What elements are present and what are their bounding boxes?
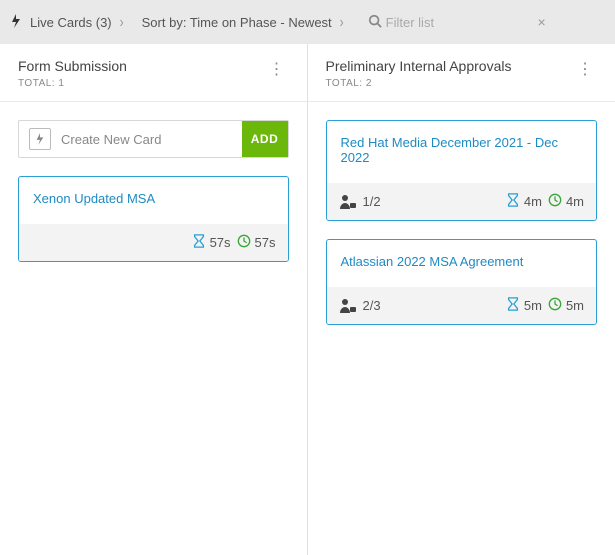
assignee-icon: [339, 298, 357, 314]
live-cards-dropdown[interactable]: Live Cards (3) ›: [10, 14, 124, 31]
chevron-right-icon: ›: [340, 13, 344, 31]
kanban-board: Form Submission TOTAL: 1 ⋮ Create New Ca…: [0, 44, 615, 555]
toolbar: Live Cards (3) › Sort by: Time on Phase …: [0, 0, 615, 44]
bolt-icon: [10, 14, 22, 31]
card-title: Red Hat Media December 2021 - Dec 2022: [327, 121, 597, 183]
total-time: 5m: [548, 297, 584, 314]
total-time: 57s: [237, 234, 276, 251]
card-footer: 1/2 4m 4m: [327, 183, 597, 220]
column-title: Form Submission: [18, 58, 127, 74]
phase-time-value: 4m: [524, 194, 542, 209]
filter-input[interactable]: [382, 11, 522, 34]
column-preliminary-approvals: Preliminary Internal Approvals TOTAL: 2 …: [308, 44, 615, 555]
assignee-ratio: 1/2: [363, 194, 381, 209]
column-menu-button[interactable]: ⋮: [573, 58, 597, 82]
phase-time-value: 57s: [210, 235, 231, 250]
sort-dropdown[interactable]: Sort by: Time on Phase - Newest ›: [142, 15, 344, 30]
filter-field[interactable]: ×: [362, 9, 552, 36]
total-time-value: 4m: [566, 194, 584, 209]
column-header: Preliminary Internal Approvals TOTAL: 2 …: [308, 44, 615, 101]
card[interactable]: Xenon Updated MSA 57s: [18, 176, 289, 262]
card-title: Xenon Updated MSA: [19, 177, 288, 224]
assignee-ratio: 2/3: [363, 298, 381, 313]
phase-time-value: 5m: [524, 298, 542, 313]
chevron-right-icon: ›: [120, 13, 124, 31]
card-title: Atlassian 2022 MSA Agreement: [327, 240, 597, 287]
column-menu-button[interactable]: ⋮: [265, 58, 289, 82]
hourglass-icon: [192, 234, 206, 251]
hourglass-icon: [506, 297, 520, 314]
sort-label: Sort by: Time on Phase - Newest: [142, 15, 332, 30]
create-card-label: Create New Card: [61, 132, 242, 147]
total-time-value: 57s: [255, 235, 276, 250]
column-form-submission: Form Submission TOTAL: 1 ⋮ Create New Ca…: [0, 44, 308, 555]
column-total: TOTAL: 2: [326, 78, 512, 89]
card-footer: 57s 57s: [19, 224, 288, 261]
create-card-button[interactable]: Create New Card ADD: [18, 120, 289, 158]
column-total: TOTAL: 1: [18, 78, 127, 89]
live-cards-label: Live Cards (3): [30, 15, 112, 30]
clear-filter-icon[interactable]: ×: [537, 14, 545, 30]
clock-icon: [548, 297, 562, 314]
search-icon: [368, 14, 382, 31]
card[interactable]: Atlassian 2022 MSA Agreement 2/3: [326, 239, 598, 325]
card[interactable]: Red Hat Media December 2021 - Dec 2022 1…: [326, 120, 598, 221]
clock-icon: [548, 193, 562, 210]
column-body: Red Hat Media December 2021 - Dec 2022 1…: [308, 102, 615, 555]
phase-time: 5m: [506, 297, 542, 314]
bolt-box-icon: [29, 128, 51, 150]
clock-icon: [237, 234, 251, 251]
column-header: Form Submission TOTAL: 1 ⋮: [0, 44, 307, 101]
total-time: 4m: [548, 193, 584, 210]
total-time-value: 5m: [566, 298, 584, 313]
hourglass-icon: [506, 193, 520, 210]
add-button[interactable]: ADD: [242, 121, 288, 157]
card-footer: 2/3 5m 5m: [327, 287, 597, 324]
column-body: Create New Card ADD Xenon Updated MSA 57…: [0, 102, 307, 555]
column-title: Preliminary Internal Approvals: [326, 58, 512, 74]
assignee-icon: [339, 194, 357, 210]
phase-time: 57s: [192, 234, 231, 251]
phase-time: 4m: [506, 193, 542, 210]
